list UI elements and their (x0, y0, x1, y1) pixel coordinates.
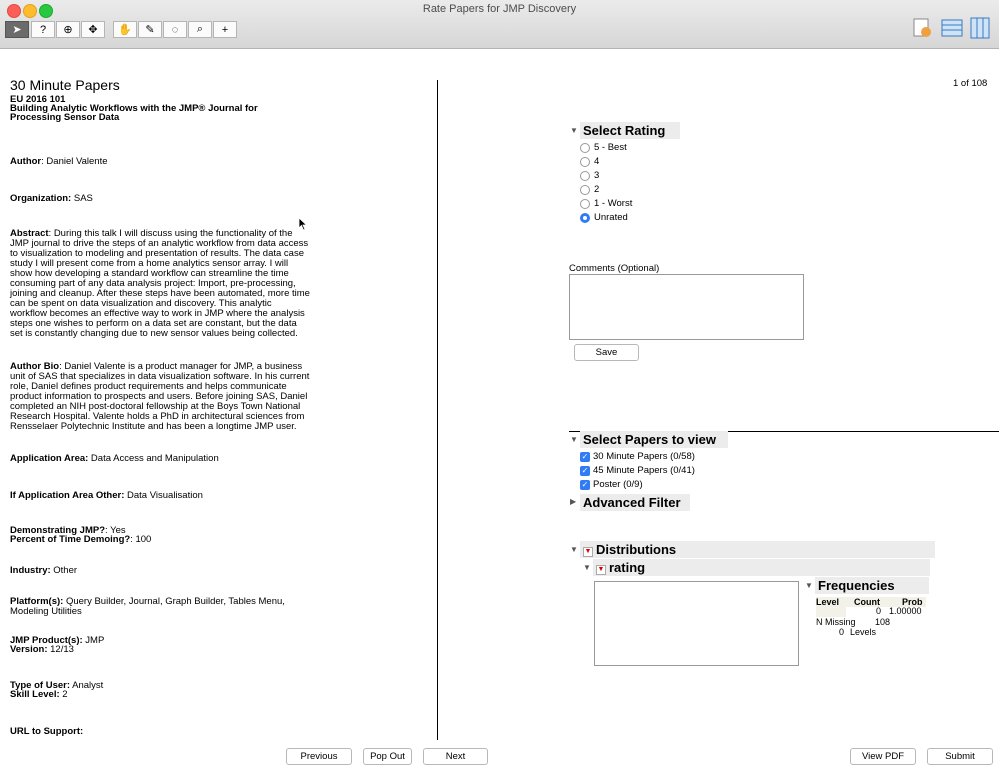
save-button[interactable]: Save (574, 344, 639, 361)
rating-option-4[interactable]: 4 (580, 156, 599, 167)
application-area-field: Application Area: Data Access and Manipu… (10, 453, 219, 464)
pop-out-button[interactable]: Pop Out (363, 748, 412, 765)
comments-label: Comments (Optional) (569, 263, 660, 274)
author-field: Author: Daniel Valente (10, 156, 108, 167)
previous-button[interactable]: Previous (286, 748, 352, 765)
abstract-field: Abstract: During this talk I will discus… (10, 228, 310, 339)
lasso-tool-icon[interactable]: ◌ (163, 21, 187, 38)
disclosure-triangle-icon[interactable]: ▼ (570, 126, 578, 135)
url-support-field: URL to Support: (10, 726, 84, 737)
n-missing-value: 108 (875, 617, 891, 627)
select-rating-heading: Select Rating (580, 122, 680, 139)
next-button[interactable]: Next (423, 748, 488, 765)
checkbox-checked-icon[interactable]: ✓ (580, 451, 590, 462)
title-bar: Rate Papers for JMP Discovery ➤ ? ⊕ ✥ ✋ … (0, 0, 999, 49)
disclosure-collapsed-icon[interactable]: ▶ (570, 497, 576, 506)
crosshair-tool-icon[interactable]: + (213, 21, 237, 38)
col-level: Level (816, 597, 840, 607)
application-other-field: If Application Area Other: Data Visualis… (10, 490, 203, 501)
arrow-tool-icon[interactable]: ➤ (5, 21, 29, 38)
selection-tool-icon[interactable]: ⊕ (56, 21, 80, 38)
percent-demoing-field: Percent of Time Demoing?: 100 (10, 534, 152, 545)
columns-icon[interactable] (969, 17, 991, 39)
submit-button[interactable]: Submit (927, 748, 993, 765)
journal-icon[interactable] (912, 17, 934, 39)
red-triangle-menu-icon[interactable]: ▼ (596, 565, 606, 575)
window-title: Rate Papers for JMP Discovery (422, 3, 577, 15)
scroller-tool-icon[interactable]: ✥ (81, 21, 105, 38)
filter-poster[interactable]: ✓ Poster (0/9) (580, 479, 643, 490)
frequencies-heading: Frequencies (815, 577, 929, 594)
disclosure-triangle-icon[interactable]: ▼ (583, 563, 591, 572)
checkbox-checked-icon[interactable]: ✓ (580, 465, 590, 476)
radio-icon[interactable] (580, 184, 590, 195)
radio-icon[interactable] (580, 170, 590, 181)
magnifier-tool-icon[interactable]: ⌕ (188, 21, 212, 38)
radio-selected-icon[interactable] (580, 212, 590, 223)
disclosure-triangle-icon[interactable]: ▼ (570, 435, 578, 444)
help-tool-icon[interactable]: ? (31, 21, 55, 38)
paper-counter: 1 of 108 (953, 78, 988, 89)
radio-icon[interactable] (580, 198, 590, 209)
histogram-frame[interactable] (594, 581, 799, 666)
skill-level-field: Skill Level: 2 (10, 689, 68, 700)
levels-label: Levels (850, 627, 877, 637)
disclosure-triangle-icon[interactable]: ▼ (805, 581, 813, 590)
rating-variable-heading: ▼ rating (593, 559, 930, 576)
rating-option-unrated[interactable]: Unrated (580, 212, 628, 223)
filter-30-minute[interactable]: ✓ 30 Minute Papers (0/58) (580, 451, 695, 462)
rating-option-2[interactable]: 2 (580, 184, 599, 195)
rating-option-1[interactable]: 1 - Worst (580, 198, 632, 209)
checkbox-checked-icon[interactable]: ✓ (580, 479, 590, 490)
n-missing-label: N Missing (816, 617, 856, 627)
industry-field: Industry: Other (10, 565, 78, 576)
rating-option-3[interactable]: 3 (580, 170, 599, 181)
radio-icon[interactable] (580, 142, 590, 153)
mouse-cursor-icon (298, 217, 308, 231)
disclosure-triangle-icon[interactable]: ▼ (570, 545, 578, 554)
radio-icon[interactable] (580, 156, 590, 167)
main-content: 30 Minute Papers EU 2016 101 Building An… (0, 49, 999, 775)
version-field: Version: 12/13 (10, 644, 74, 655)
data-table-icon[interactable] (941, 17, 963, 39)
grabber-tool-icon[interactable]: ✋ (113, 21, 137, 38)
comments-textarea[interactable] (569, 274, 804, 340)
level-cell (816, 607, 846, 617)
select-papers-heading: Select Papers to view (580, 431, 728, 448)
brush-tool-icon[interactable]: ✎ (138, 21, 162, 38)
levels-count: 0 (839, 627, 845, 637)
prob-cell: 1.00000 (889, 606, 922, 616)
view-pdf-button[interactable]: View PDF (850, 748, 916, 765)
count-cell: 0 (876, 606, 882, 616)
platform-field: Platform(s): Query Builder, Journal, Gra… (10, 596, 285, 617)
filter-45-minute[interactable]: ✓ 45 Minute Papers (0/41) (580, 465, 695, 476)
author-bio-field: Author Bio: Daniel Valente is a product … (10, 361, 310, 432)
rating-option-5[interactable]: 5 - Best (580, 142, 627, 153)
advanced-filter-heading[interactable]: Advanced Filter (580, 494, 690, 511)
paper-title-line2: Processing Sensor Data (10, 112, 120, 123)
organization-field: Organization: SAS (10, 193, 93, 204)
red-triangle-menu-icon[interactable]: ▼ (583, 547, 593, 557)
pane-divider[interactable] (437, 80, 438, 740)
paper-section-heading: 30 Minute Papers (10, 77, 120, 93)
distributions-heading: ▼ Distributions (580, 541, 935, 558)
